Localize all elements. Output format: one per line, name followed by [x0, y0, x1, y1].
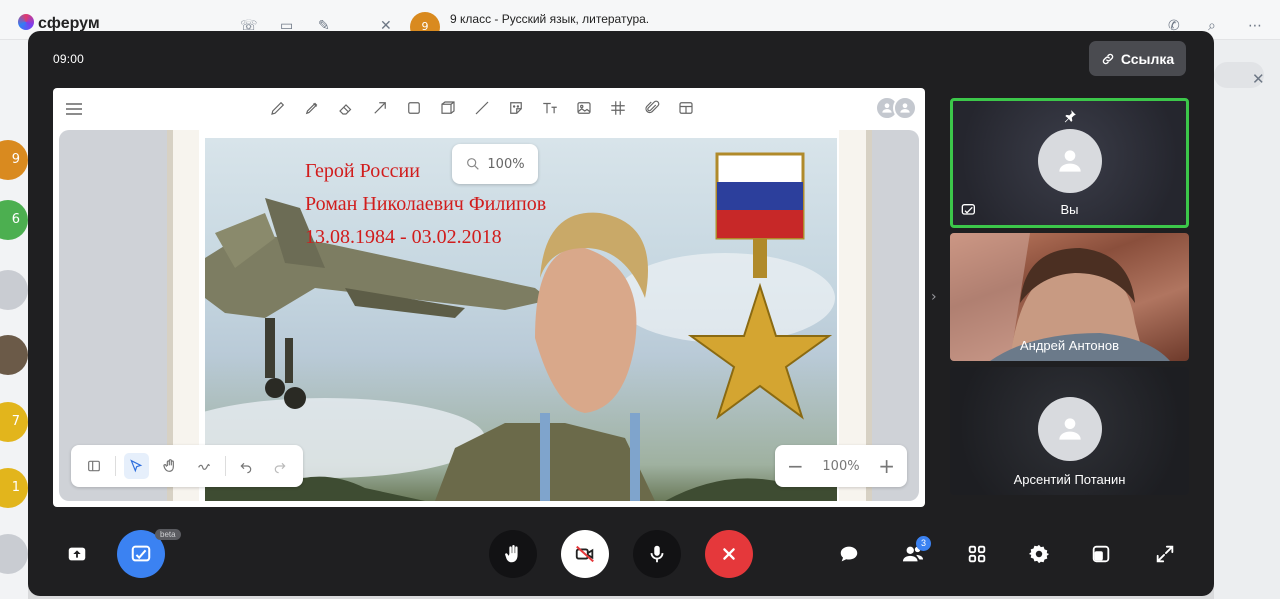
user-avatar-icon: [893, 96, 917, 120]
eraser-icon[interactable]: [335, 97, 357, 119]
text-icon[interactable]: [539, 97, 561, 119]
navigation-toolbar: [71, 445, 303, 487]
participant-tile[interactable]: Арсентий Потанин: [950, 367, 1189, 495]
table-icon[interactable]: [675, 97, 697, 119]
pencil-icon[interactable]: [267, 97, 289, 119]
chat-list-item[interactable]: 7: [0, 402, 28, 442]
participant-name: Вы: [1060, 202, 1079, 217]
participants-count-badge: 3: [916, 536, 931, 551]
whiteboard-toolbar: [267, 97, 697, 121]
call-window: 09:00 Ссылка Герой России Роман Николаев…: [28, 31, 1214, 596]
participant-name: Андрей Антонов: [1020, 338, 1119, 353]
upload-icon: [68, 547, 86, 561]
photo-caption-name: Роман Николаевич Филипов: [305, 193, 547, 215]
hang-up-button[interactable]: [705, 530, 753, 578]
call-timer: 09:00: [53, 52, 85, 66]
close-icon: [723, 548, 735, 560]
chat-list-item[interactable]: 9: [0, 140, 28, 180]
zoom-level: 100%: [822, 458, 860, 474]
background-sidebar: 9 6 7 1: [0, 40, 28, 599]
line-icon[interactable]: [471, 97, 493, 119]
arrow-tool-icon[interactable]: [369, 97, 391, 119]
chat-list-item[interactable]: [0, 335, 28, 375]
3d-shape-icon[interactable]: [437, 97, 459, 119]
user-avatar-icon: [1037, 129, 1102, 193]
share-screen-button[interactable]: [53, 530, 101, 578]
chat-list-item[interactable]: [0, 270, 28, 310]
attachment-icon[interactable]: [641, 97, 663, 119]
whiteboard[interactable]: Герой России Роман Николаевич Филипов 13…: [53, 88, 925, 507]
hand-icon: [505, 545, 518, 563]
grid-icon[interactable]: [607, 97, 629, 119]
hand-pan-icon[interactable]: [157, 453, 183, 479]
chat-list-item[interactable]: [0, 534, 28, 574]
whiteboard-icon: [131, 545, 151, 562]
image-icon[interactable]: [573, 97, 595, 119]
gear-icon: [1028, 544, 1050, 564]
chevron-right-icon[interactable]: ›: [931, 289, 937, 305]
participant-tile-self[interactable]: Вы: [950, 98, 1189, 228]
undo-icon[interactable]: [234, 453, 260, 479]
chat-button[interactable]: [825, 530, 873, 578]
marker-icon[interactable]: [301, 97, 323, 119]
settings-button[interactable]: [1015, 530, 1063, 578]
menu-icon[interactable]: [63, 98, 85, 120]
rectangle-icon[interactable]: [403, 97, 425, 119]
expand-icon: [1156, 545, 1174, 563]
board-participants[interactable]: [875, 96, 917, 120]
logo-icon: [18, 14, 34, 30]
photo-caption-dates: 13.08.1984 - 03.02.2018: [305, 226, 502, 248]
chat-bubble-icon: [840, 546, 858, 562]
image-zoom-badge[interactable]: 100%: [452, 144, 538, 184]
participants-button[interactable]: [889, 530, 937, 578]
zoom-control: − 100% +: [775, 445, 907, 487]
zoom-out-button[interactable]: −: [787, 454, 804, 478]
chat-list-item[interactable]: 1: [0, 468, 28, 508]
microphone-button[interactable]: [633, 530, 681, 578]
microphone-icon: [650, 545, 664, 563]
layout-grid-button[interactable]: [953, 530, 1001, 578]
copy-link-button[interactable]: Ссылка: [1089, 41, 1186, 76]
user-avatar-icon: [1037, 397, 1102, 461]
raise-hand-button[interactable]: [489, 530, 537, 578]
camera-toggle-button[interactable]: [561, 530, 609, 578]
panel-toggle-icon[interactable]: [81, 453, 107, 479]
pip-icon: [1092, 545, 1110, 563]
whiteboard-canvas[interactable]: Герой России Роман Николаевич Филипов 13…: [59, 130, 919, 501]
redo-icon[interactable]: [267, 453, 293, 479]
camera-off-icon: [575, 545, 594, 563]
sticker-icon[interactable]: [505, 97, 527, 119]
picture-in-picture-button[interactable]: [1077, 530, 1125, 578]
laser-pointer-icon[interactable]: [191, 453, 217, 479]
search-icon[interactable]: ⌕: [1208, 18, 1216, 34]
fullscreen-button[interactable]: [1141, 530, 1189, 578]
zoom-in-button[interactable]: +: [878, 454, 895, 478]
participant-tile[interactable]: Андрей Антонов: [950, 233, 1189, 361]
chat-title: 9 класс - Русский язык, литература.: [450, 12, 650, 26]
more-icon[interactable]: ⋯: [1248, 18, 1262, 34]
photo-caption-title: Герой России: [305, 160, 420, 182]
link-icon: [1102, 53, 1114, 64]
beta-badge: beta: [155, 529, 181, 540]
chat-list-item[interactable]: 6: [0, 200, 28, 240]
background-right-panel: [1214, 40, 1280, 599]
select-cursor-icon[interactable]: [123, 453, 150, 479]
image-zoom-icon: [467, 158, 480, 170]
close-icon[interactable]: ✕: [1252, 70, 1265, 88]
grid-icon: [968, 545, 986, 563]
participant-name: Арсентий Потанин: [1013, 472, 1126, 487]
pin-icon[interactable]: [1063, 109, 1077, 123]
